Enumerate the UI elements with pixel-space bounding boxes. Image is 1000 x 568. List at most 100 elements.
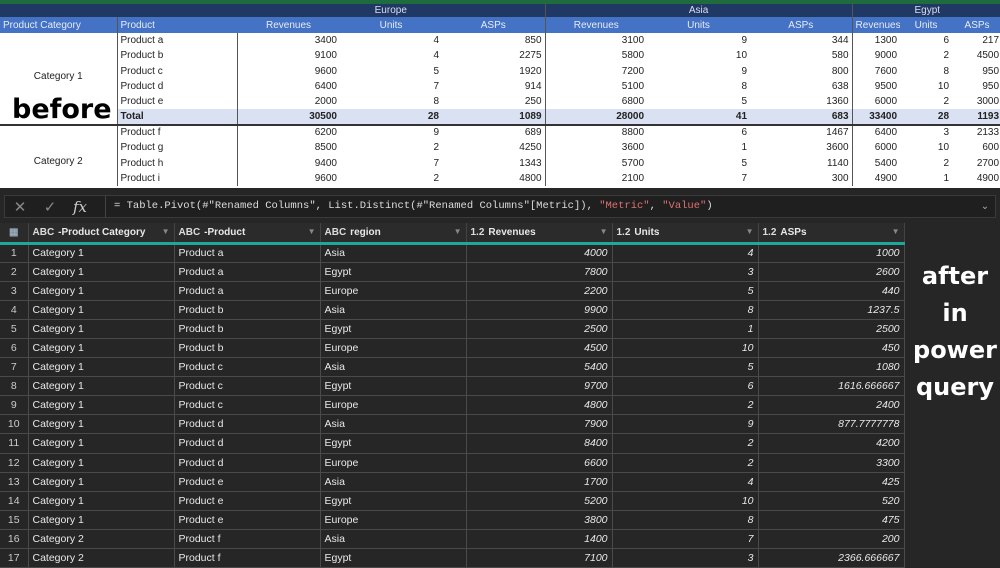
- column-header[interactable]: ABC -Product Category ▼: [28, 223, 175, 245]
- value-cell[interactable]: 9: [340, 125, 442, 140]
- row-index[interactable]: 15: [0, 510, 29, 530]
- cell[interactable]: Europe: [320, 281, 467, 301]
- cell[interactable]: Product e: [174, 472, 321, 492]
- value-cell[interactable]: 1467: [750, 125, 852, 140]
- cell[interactable]: 4500: [466, 338, 613, 359]
- row-index[interactable]: 3: [0, 281, 29, 301]
- cell[interactable]: Category 1: [28, 491, 175, 511]
- cell[interactable]: Category 1: [28, 472, 175, 492]
- value-cell[interactable]: 683: [750, 109, 853, 126]
- cell[interactable]: 7800: [466, 262, 613, 282]
- value-cell[interactable]: 41: [647, 109, 751, 126]
- value-cell[interactable]: 6000: [851, 140, 901, 156]
- value-cell[interactable]: 7: [647, 171, 750, 186]
- value-cell[interactable]: 6200: [236, 124, 340, 141]
- cell[interactable]: 1616.666667: [758, 376, 905, 397]
- value-cell[interactable]: 250: [442, 94, 545, 109]
- value-cell[interactable]: 10: [900, 79, 952, 94]
- value-cell[interactable]: 3: [900, 125, 952, 140]
- column-header[interactable]: 1.2 Units ▼: [612, 223, 759, 245]
- value-cell[interactable]: 950: [952, 64, 1000, 79]
- row-index[interactable]: 9: [0, 395, 29, 416]
- cell[interactable]: 5200: [466, 491, 613, 511]
- fx-icon[interactable]: fx: [65, 198, 95, 216]
- value-cell[interactable]: 4: [340, 48, 442, 63]
- value-cell[interactable]: 950: [952, 79, 1000, 94]
- value-cell[interactable]: 6: [647, 125, 750, 140]
- value-cell[interactable]: 2: [340, 140, 442, 155]
- value-cell[interactable]: 2133: [952, 125, 1000, 140]
- product-cell[interactable]: Product d: [116, 78, 237, 95]
- cell[interactable]: Product d: [174, 414, 321, 435]
- cell[interactable]: 2600: [758, 262, 905, 282]
- decimal-type-icon[interactable]: 1.2: [617, 227, 631, 238]
- cell[interactable]: Product b: [174, 319, 321, 339]
- value-cell[interactable]: 1300: [851, 33, 901, 49]
- value-cell[interactable]: 9: [647, 33, 750, 48]
- value-cell[interactable]: 2: [340, 171, 442, 186]
- cell[interactable]: 4: [612, 243, 759, 263]
- row-index[interactable]: 5: [0, 319, 29, 339]
- confirm-icon[interactable]: ✓: [35, 198, 65, 216]
- value-cell[interactable]: 2275: [442, 48, 545, 63]
- value-cell[interactable]: 1089: [442, 109, 546, 126]
- value-cell[interactable]: 4500: [952, 48, 1000, 63]
- product-cell[interactable]: Product b: [116, 48, 237, 64]
- value-cell[interactable]: 2000: [236, 94, 340, 110]
- cell[interactable]: Product e: [174, 491, 321, 511]
- value-cell[interactable]: 5400: [851, 155, 901, 171]
- cell[interactable]: Egypt: [320, 376, 467, 397]
- cell[interactable]: Product c: [174, 357, 321, 378]
- value-cell[interactable]: 8: [647, 79, 750, 94]
- value-cell[interactable]: 5700: [544, 155, 648, 171]
- cell[interactable]: 7: [612, 529, 759, 550]
- value-cell[interactable]: 10: [900, 140, 952, 155]
- cell[interactable]: 2: [612, 395, 759, 416]
- value-cell[interactable]: 2100: [544, 170, 648, 186]
- value-cell[interactable]: 7: [340, 79, 442, 94]
- cell[interactable]: 2: [612, 453, 759, 473]
- value-cell[interactable]: 4900: [952, 171, 1000, 186]
- cell[interactable]: Category 2: [28, 548, 175, 568]
- cell[interactable]: Product c: [174, 395, 321, 416]
- cell[interactable]: 2400: [758, 395, 905, 416]
- filter-dropdown-icon[interactable]: ▼: [600, 227, 608, 236]
- cell[interactable]: 4200: [758, 433, 905, 454]
- value-cell[interactable]: 1193: [952, 109, 1000, 126]
- value-cell[interactable]: 5: [647, 155, 750, 170]
- value-cell[interactable]: 800: [750, 64, 852, 79]
- cell[interactable]: Europe: [320, 453, 467, 473]
- row-index[interactable]: 13: [0, 472, 29, 492]
- filter-dropdown-icon[interactable]: ▼: [162, 227, 170, 236]
- cell[interactable]: 3: [612, 548, 759, 568]
- row-index[interactable]: 2: [0, 262, 29, 282]
- value-cell[interactable]: 600: [952, 140, 1000, 155]
- row-index[interactable]: 10: [0, 414, 29, 435]
- value-cell[interactable]: 28: [900, 109, 953, 126]
- value-cell[interactable]: 2700: [952, 155, 1000, 170]
- cell[interactable]: 2366.666667: [758, 548, 905, 568]
- value-cell[interactable]: 3400: [236, 33, 340, 49]
- cell[interactable]: 2200: [466, 281, 613, 301]
- product-cell[interactable]: Product e: [116, 94, 237, 110]
- cell[interactable]: Product d: [174, 433, 321, 454]
- cell[interactable]: Category 1: [28, 453, 175, 473]
- column-header[interactable]: 1.2 ASPs ▼: [758, 223, 905, 245]
- cell[interactable]: Category 1: [28, 281, 175, 301]
- column-header[interactable]: ABC -Product ▼: [174, 223, 321, 245]
- value-cell[interactable]: 9: [647, 64, 750, 79]
- column-header[interactable]: 1.2 Revenues ▼: [466, 223, 613, 245]
- cell[interactable]: 10: [612, 338, 759, 359]
- product-cell[interactable]: Product g: [116, 140, 237, 156]
- cell[interactable]: Product f: [174, 548, 321, 568]
- cell[interactable]: 440: [758, 281, 905, 301]
- cell[interactable]: Egypt: [320, 433, 467, 454]
- cell[interactable]: Category 1: [28, 262, 175, 282]
- value-cell[interactable]: 8800: [544, 124, 648, 141]
- value-cell[interactable]: 4250: [442, 140, 545, 155]
- category-cell[interactable]: Category 2: [0, 125, 117, 186]
- row-index[interactable]: 11: [0, 433, 29, 454]
- cell[interactable]: 2500: [758, 319, 905, 339]
- row-index[interactable]: 14: [0, 491, 29, 511]
- product-cell[interactable]: Total: [116, 109, 237, 126]
